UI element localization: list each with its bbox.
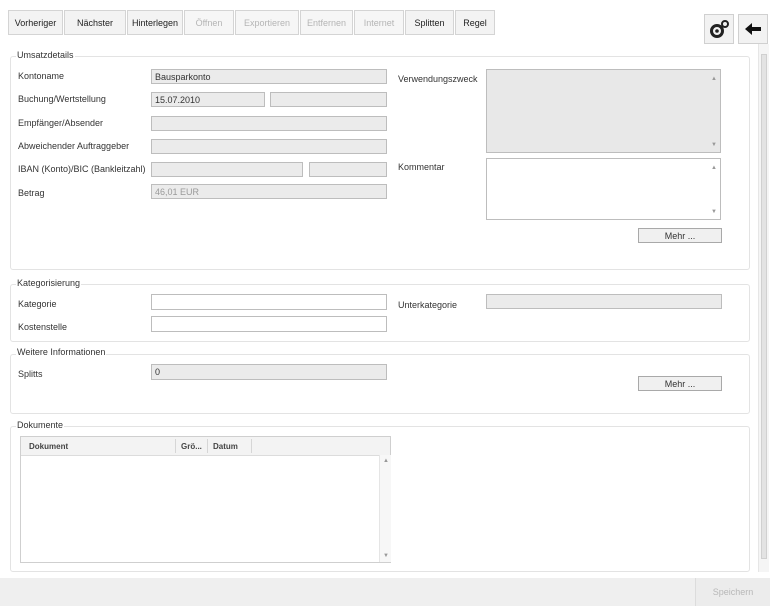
back-arrow-icon (745, 23, 761, 35)
account-name-label: Kontoname (18, 71, 65, 81)
scroll-down-icon[interactable]: ▼ (711, 209, 717, 215)
save-button[interactable]: Speichern (695, 578, 770, 606)
toolbar: Vorheriger Nächster Hinterlegen Öffnen E… (0, 0, 770, 44)
comment-scrollbar[interactable]: ▲ ▼ (708, 159, 720, 219)
splits-label: Splitts (18, 369, 43, 379)
scroll-down-icon[interactable]: ▼ (711, 142, 717, 148)
column-separator[interactable] (175, 439, 176, 453)
column-document[interactable]: Dokument (29, 442, 68, 451)
purpose-textarea[interactable]: ▲ ▼ (486, 69, 721, 153)
comment-label: Kommentar (398, 162, 445, 172)
recipient-label: Empfänger/Absender (18, 118, 104, 128)
categorization-group (10, 284, 750, 342)
remove-button[interactable]: Entfernen (300, 10, 353, 35)
booking-date-field[interactable]: 15.07.2010 (151, 92, 265, 107)
back-button[interactable] (738, 14, 768, 44)
further-info-title: Weitere Informationen (16, 347, 107, 357)
scroll-up-icon[interactable]: ▲ (383, 458, 389, 464)
amount-label: Betrag (18, 188, 45, 198)
bic-field[interactable] (309, 162, 387, 177)
settings-button[interactable] (704, 14, 734, 44)
main-scrollbar-thumb[interactable] (761, 54, 767, 559)
scroll-up-icon[interactable]: ▲ (711, 76, 717, 82)
next-button[interactable]: Nächster (64, 10, 126, 35)
comment-textarea[interactable]: ▲ ▼ (486, 158, 721, 220)
amount-field[interactable]: 46,01 EUR (151, 184, 387, 199)
value-date-field[interactable] (270, 92, 387, 107)
scroll-up-icon[interactable]: ▲ (711, 165, 717, 171)
split-button[interactable]: Splitten (405, 10, 454, 35)
category-label: Kategorie (18, 299, 57, 309)
different-originator-field[interactable] (151, 139, 387, 154)
category-field[interactable] (151, 294, 387, 310)
rule-button[interactable]: Regel (455, 10, 495, 35)
iban-field[interactable] (151, 162, 303, 177)
transaction-details-title: Umsatzdetails (16, 50, 75, 60)
account-name-field[interactable]: Bausparkonto (151, 69, 387, 84)
purpose-scrollbar[interactable]: ▲ ▼ (708, 70, 720, 152)
booking-date-label: Buchung/Wertstellung (18, 94, 106, 104)
detail-panel: Umsatzdetails Kontoname Bausparkonto Buc… (8, 44, 756, 572)
internet-button[interactable]: Internet (354, 10, 404, 35)
subcategory-field[interactable] (486, 294, 722, 309)
splits-field[interactable]: 0 (151, 364, 387, 380)
purpose-label: Verwendungszweck (398, 74, 478, 84)
documents-title: Dokumente (16, 420, 65, 430)
different-originator-label: Abweichender Auftraggeber (18, 141, 130, 151)
scroll-down-icon[interactable]: ▼ (383, 553, 389, 559)
footer-bar: Speichern (0, 578, 770, 606)
cost-center-label: Kostenstelle (18, 322, 68, 332)
iban-bic-label: IBAN (Konto)/BIC (Bankleitzahl) (18, 164, 146, 174)
recipient-field[interactable] (151, 116, 387, 131)
column-separator[interactable] (207, 439, 208, 453)
column-separator[interactable] (251, 439, 252, 453)
documents-scrollbar[interactable]: ▲ ▼ (379, 455, 391, 562)
column-size[interactable]: Grö... (181, 442, 202, 451)
cost-center-field[interactable] (151, 316, 387, 332)
subcategory-label: Unterkategorie (398, 300, 458, 310)
more-info-button[interactable]: Mehr ... (638, 376, 722, 391)
documents-table[interactable]: Dokument Grö... Datum ▲ ▼ (20, 436, 391, 563)
export-button[interactable]: Exportieren (235, 10, 299, 35)
categorization-title: Kategorisierung (16, 278, 82, 288)
column-date[interactable]: Datum (213, 442, 238, 451)
documents-table-header: Dokument Grö... Datum (21, 437, 390, 456)
more-details-button[interactable]: Mehr ... (638, 228, 722, 243)
main-scrollbar[interactable] (758, 44, 769, 572)
open-button[interactable]: Öffnen (184, 10, 234, 35)
previous-button[interactable]: Vorheriger (8, 10, 63, 35)
gears-icon (710, 20, 729, 38)
deposit-button[interactable]: Hinterlegen (127, 10, 183, 35)
